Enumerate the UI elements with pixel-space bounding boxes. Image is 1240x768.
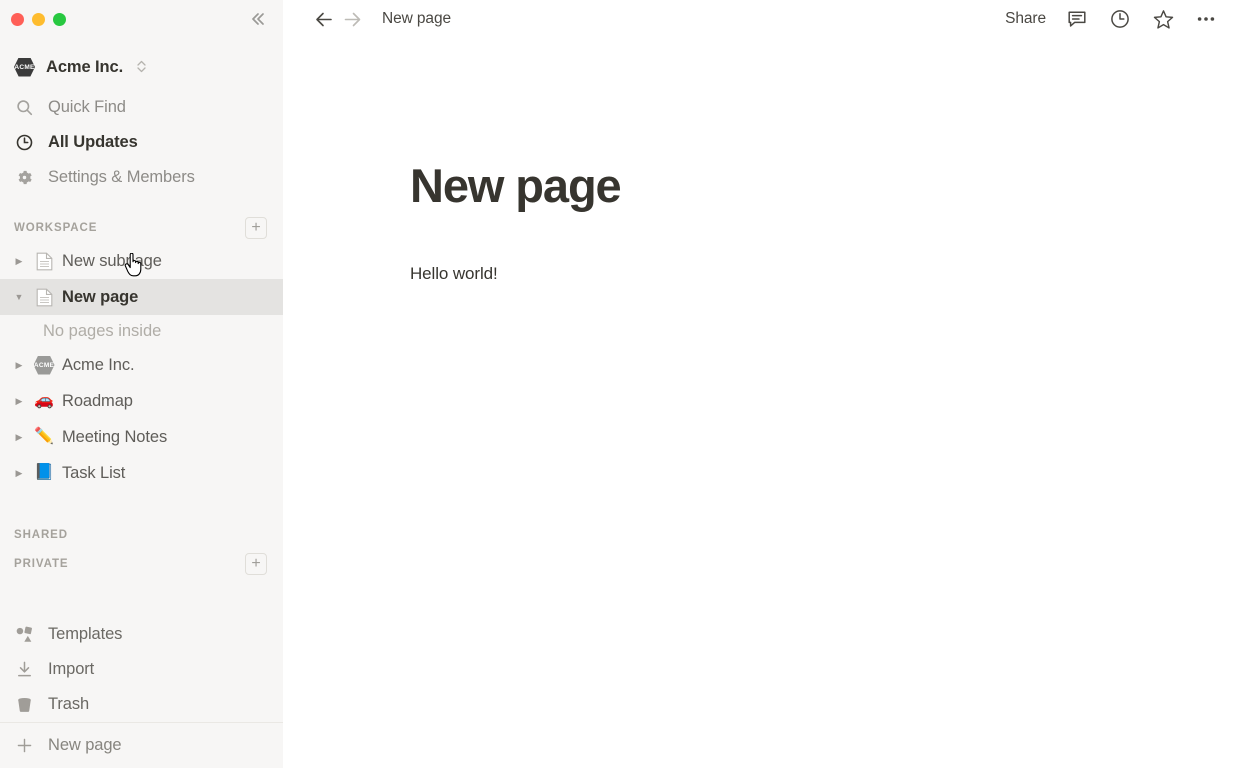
section-header-workspace: WORKSPACE + [0,213,283,243]
plus-icon [14,736,34,755]
tree-item-label: New page [62,287,139,306]
clock-icon [14,133,34,153]
traffic-lights [11,12,66,26]
sidebar-item-label: Trash [48,695,90,713]
section-header-private: PRIVATE + [0,551,283,577]
top-toolbar: New page Share [283,0,1240,38]
more-options-icon[interactable] [1194,7,1218,31]
tree-item-new-page[interactable]: ▼ New page [0,279,283,315]
sidebar-item-settings-members[interactable]: Settings & Members [0,160,283,195]
sidebar-item-import[interactable]: Import [0,652,283,687]
tree-item-task-list[interactable]: ▶ 📘 Task List [0,455,283,491]
expand-triangle-icon[interactable]: ▶ [12,468,26,478]
sidebar-item-label: Quick Find [48,98,126,116]
workspace-name: Acme Inc. [46,57,124,76]
sidebar-item-trash[interactable]: Trash [0,687,283,722]
minimize-window-button[interactable] [32,12,45,26]
sidebar-item-templates[interactable]: Templates [0,617,283,652]
trash-icon [14,695,34,714]
sidebar-item-label: Settings & Members [48,168,195,186]
templates-icon [14,625,34,644]
expand-triangle-icon[interactable]: ▶ [12,396,26,406]
section-header-shared: SHARED [0,523,283,547]
page-paragraph[interactable]: Hello world! [410,264,1240,284]
sidebar: ACME Acme Inc. Quick Find All Updates Se… [0,0,283,768]
expand-triangle-icon[interactable]: ▶ [12,432,26,442]
section-title: WORKSPACE [14,222,98,234]
tree-item-label: Roadmap [62,391,133,410]
workspace-switcher[interactable]: ACME Acme Inc. [0,50,283,84]
search-icon [14,98,34,118]
pencil-emoji-icon: ✏️ [34,428,54,445]
collapse-sidebar-button[interactable] [245,6,271,32]
share-button[interactable]: Share [1005,10,1046,28]
section-title: SHARED [14,529,68,541]
app-window: ACME Acme Inc. Quick Find All Updates Se… [0,0,1240,768]
tree-item-label: Acme Inc. [62,355,135,374]
history-clock-icon[interactable] [1108,7,1132,31]
acme-logo-icon: ACME [14,57,35,77]
sidebar-item-label: All Updates [48,133,138,151]
chevron-up-down-icon [136,59,147,76]
tree-item-label: Task List [62,463,126,482]
expand-triangle-icon[interactable]: ▶ [12,360,26,370]
back-button[interactable] [310,5,338,33]
toolbar-actions: Share [1005,7,1218,31]
workspace-page-tree: ▶ New subpage ▼ New page No pages inside… [0,243,283,491]
book-emoji-icon: 📘 [34,464,54,481]
sidebar-item-label: Import [48,660,95,678]
section-title: PRIVATE [14,558,69,570]
star-icon[interactable] [1151,7,1175,31]
main-content: New page Share New page Hello world! [283,0,1240,768]
tree-item-label: Meeting Notes [62,427,168,446]
import-icon [14,660,34,679]
add-workspace-page-button[interactable]: + [245,217,267,239]
document-icon [33,252,55,271]
document-icon [33,288,55,307]
page-title[interactable]: New page [410,160,1240,212]
sidebar-item-all-updates[interactable]: All Updates [0,125,283,160]
forward-button[interactable] [338,5,366,33]
acme-badge-icon: ACME [33,355,55,375]
gear-icon [14,168,34,188]
comment-icon[interactable] [1065,7,1089,31]
sidebar-item-quick-find[interactable]: Quick Find [0,90,283,125]
new-page-footer-label: New page [48,736,122,754]
page-content: New page Hello world! [283,38,1240,284]
expand-triangle-icon[interactable]: ▶ [12,256,26,266]
breadcrumb[interactable]: New page [382,10,451,28]
car-emoji-icon: 🚗 [34,392,54,409]
collapse-triangle-icon[interactable]: ▼ [12,292,26,302]
tree-item-roadmap[interactable]: ▶ 🚗 Roadmap [0,383,283,419]
new-page-footer-button[interactable]: New page [0,722,283,768]
close-window-button[interactable] [11,12,24,26]
window-titlebar [0,0,283,38]
add-private-page-button[interactable]: + [245,553,267,575]
tree-item-acme-inc[interactable]: ▶ ACME Acme Inc. [0,347,283,383]
tree-item-meeting-notes[interactable]: ▶ ✏️ Meeting Notes [0,419,283,455]
tree-item-new-subpage[interactable]: ▶ New subpage [0,243,283,279]
tree-empty-label: No pages inside [43,321,162,340]
tree-empty-state: No pages inside [0,315,283,347]
tree-item-label: New subpage [62,251,162,270]
maximize-window-button[interactable] [53,12,66,26]
acme-badge-glyph: ACME [33,355,55,375]
sidebar-item-label: Templates [48,625,123,643]
